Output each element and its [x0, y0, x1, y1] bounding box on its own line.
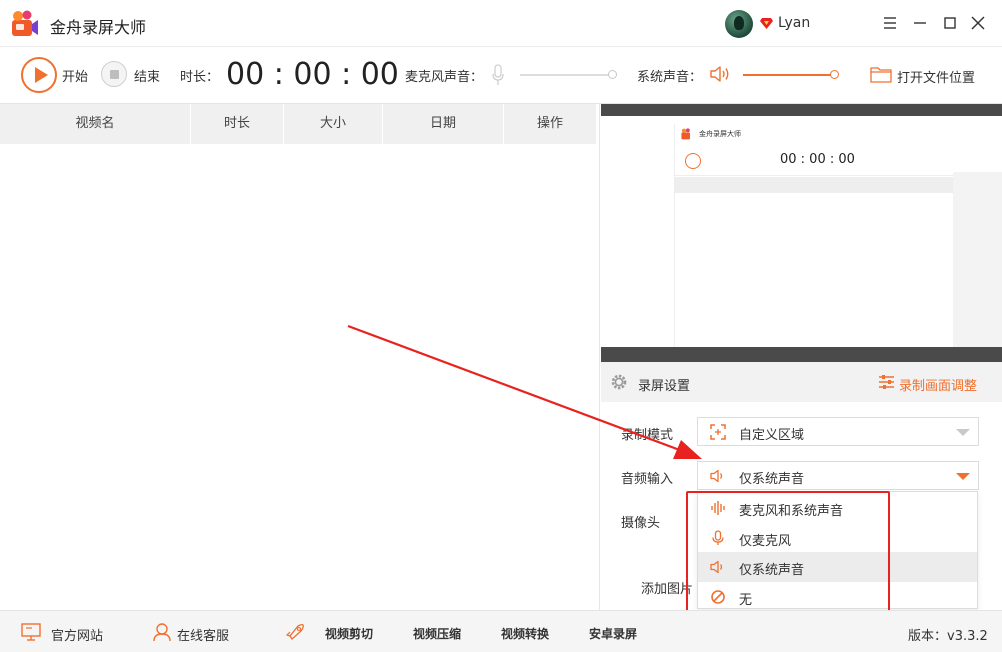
speaker-icon	[710, 469, 723, 483]
video-cut-link[interactable]: 视频剪切	[325, 625, 373, 642]
username[interactable]: Lyan	[778, 15, 810, 31]
mic-volume-label: 麦克风声音：	[405, 70, 484, 85]
mini-table-header	[675, 177, 953, 193]
menu-icon[interactable]	[880, 13, 900, 33]
monitor-icon	[21, 623, 41, 641]
app-logo-icon	[12, 10, 38, 36]
stop-label[interactable]: 结束	[134, 66, 160, 85]
maximize-icon[interactable]	[940, 13, 960, 33]
audio-option-label: 麦克风和系统声音	[739, 504, 844, 519]
speaker-icon	[710, 560, 723, 574]
column-header-size: 大小	[284, 104, 383, 144]
mic-volume-handle[interactable]	[608, 70, 617, 79]
avatar[interactable]	[725, 10, 753, 38]
video-convert-link[interactable]: 视频转换	[501, 625, 549, 642]
audio-input-dropdown: 麦克风和系统声音 仅麦克风 仅系统声音 无	[697, 491, 978, 609]
audio-input-value: 仅系统声音	[739, 472, 805, 487]
vip-diamond-icon	[760, 18, 773, 29]
audio-option-label: 仅麦克风	[739, 534, 792, 549]
online-support-link[interactable]: 在线客服	[177, 625, 229, 644]
rocket-icon	[285, 624, 304, 640]
video-list-pane: 视频名 时长 大小 日期 操作	[0, 104, 600, 610]
add-image-label[interactable]: 添加图片	[641, 578, 693, 597]
record-toolbar: 开始 结束 时长： 00 : 00 : 00 麦克风声音： 系统声音： 打开文件…	[0, 47, 1002, 104]
preview-thumbnail: 金舟录屏大师 00 : 00 : 00	[674, 124, 1002, 347]
record-mode-select[interactable]: 自定义区域	[697, 417, 979, 446]
gear-icon	[611, 374, 627, 390]
column-header-name: 视频名	[0, 104, 191, 144]
official-website-link[interactable]: 官方网站	[51, 625, 103, 644]
chevron-down-icon	[956, 473, 970, 480]
duration-label: 时长：	[180, 70, 220, 85]
system-volume-label: 系统声音：	[637, 70, 703, 85]
mini-start-icon	[685, 153, 701, 169]
settings-header: 录屏设置 录制画面调整	[601, 362, 1002, 402]
screen-preview: 金舟录屏大师 00 : 00 : 00	[601, 104, 1002, 362]
column-header-date: 日期	[383, 104, 504, 144]
start-record-button[interactable]	[21, 57, 57, 93]
audio-option-system-only[interactable]: 仅系统声音	[698, 552, 977, 582]
mini-timer: 00 : 00 : 00	[780, 152, 855, 167]
waveform-icon	[711, 501, 725, 515]
title-bar: 金舟录屏大师 Lyan	[0, 0, 1002, 47]
mini-logo-icon	[681, 128, 690, 140]
audio-input-label: 音频输入	[621, 472, 674, 487]
none-icon	[711, 590, 725, 604]
mic-volume-slider[interactable]	[520, 74, 615, 76]
record-timer: 00 : 00 : 00	[226, 57, 399, 92]
system-volume-handle[interactable]	[830, 70, 839, 79]
open-folder-button[interactable]: 打开文件位置	[897, 67, 975, 86]
app-title: 金舟录屏大师	[50, 18, 147, 37]
minimize-icon[interactable]	[910, 13, 930, 33]
audio-option-none[interactable]: 无	[698, 582, 977, 612]
audio-option-label: 仅系统声音	[739, 563, 805, 578]
record-mode-label: 录制模式	[621, 428, 674, 443]
speaker-icon[interactable]	[709, 64, 731, 84]
close-icon[interactable]	[968, 13, 988, 33]
column-header-actions: 操作	[536, 116, 563, 131]
audio-option-label: 无	[739, 593, 753, 608]
mini-title: 金舟录屏大师	[699, 130, 741, 138]
folder-icon[interactable]	[870, 64, 892, 84]
version-label: 版本：v3.3.2	[908, 629, 988, 644]
column-header-duration: 时长	[191, 104, 284, 144]
adjust-recording-button[interactable]: 录制画面调整	[899, 375, 977, 394]
camera-label: 摄像头	[621, 516, 661, 531]
bottom-bar: 官方网站 在线客服 视频剪切 视频压缩 视频转换 安卓录屏 版本：v3.3.2	[0, 610, 1002, 652]
support-person-icon	[153, 623, 171, 642]
android-record-link[interactable]: 安卓录屏	[589, 625, 637, 642]
mini-side-panel	[953, 172, 1002, 347]
stop-record-button[interactable]	[101, 61, 127, 87]
audio-option-mic-only[interactable]: 仅麦克风	[698, 523, 977, 553]
start-label[interactable]: 开始	[62, 66, 88, 85]
audio-input-select[interactable]: 仅系统声音	[697, 461, 979, 490]
sliders-icon[interactable]	[878, 374, 895, 390]
mic-icon	[712, 530, 724, 545]
microphone-icon[interactable]	[491, 64, 505, 86]
system-volume-slider[interactable]	[743, 74, 834, 76]
region-select-icon	[710, 424, 726, 440]
audio-option-mic-and-system[interactable]: 麦克风和系统声音	[698, 493, 977, 523]
chevron-down-icon	[956, 429, 970, 436]
video-compress-link[interactable]: 视频压缩	[413, 625, 461, 642]
preview-canvas: 金舟录屏大师 00 : 00 : 00	[601, 116, 1002, 347]
settings-title: 录屏设置	[638, 379, 691, 394]
table-header: 视频名 时长 大小 日期 操作	[0, 104, 596, 144]
record-mode-value: 自定义区域	[739, 428, 805, 443]
